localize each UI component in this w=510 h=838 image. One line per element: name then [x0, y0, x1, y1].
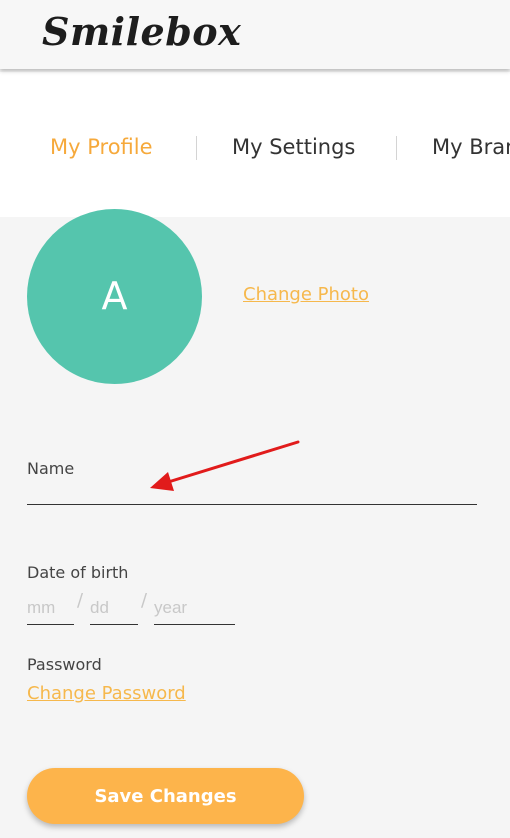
tab-divider [196, 136, 197, 160]
tab-my-settings[interactable]: My Settings [232, 135, 355, 159]
dob-year-input[interactable] [154, 592, 235, 625]
app-header: Smilebox [0, 0, 510, 69]
dob-label: Date of birth [27, 563, 129, 582]
smilebox-logo[interactable]: Smilebox [42, 9, 241, 54]
dob-day-input[interactable] [90, 592, 138, 625]
password-label: Password [27, 655, 102, 674]
save-changes-button[interactable]: Save Changes [27, 768, 304, 824]
dob-separator: / [77, 590, 84, 611]
profile-tabs: My Profile My Settings My Brand [0, 72, 510, 217]
dob-separator: / [141, 590, 148, 611]
change-password-link[interactable]: Change Password [27, 683, 186, 704]
tab-divider [396, 136, 397, 160]
change-photo-link[interactable]: Change Photo [243, 284, 369, 305]
tab-my-profile[interactable]: My Profile [50, 135, 153, 159]
name-field[interactable] [27, 482, 477, 505]
avatar: A [27, 209, 202, 384]
name-label: Name [27, 459, 75, 478]
tab-my-brand[interactable]: My Brand [432, 135, 510, 159]
dob-month-input[interactable] [27, 592, 74, 625]
